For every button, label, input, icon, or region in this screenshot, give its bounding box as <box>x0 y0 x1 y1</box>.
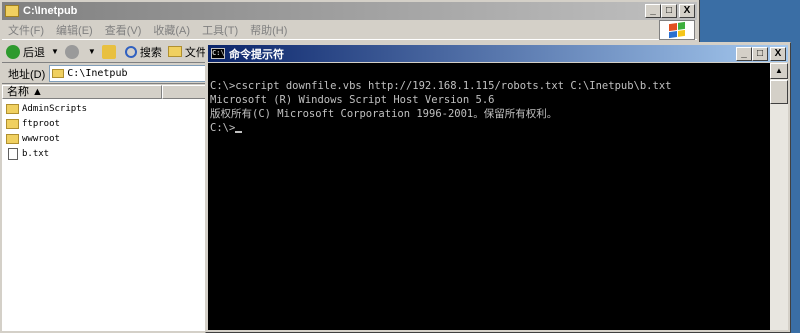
console-prompt-line: C:\> <box>210 121 770 135</box>
explorer-title: C:\Inetpub <box>23 5 78 17</box>
item-name: wwwroot <box>22 133 60 144</box>
forward-dropdown-icon[interactable]: ▼ <box>88 47 96 56</box>
cmd-window-buttons: _ □ X <box>736 47 786 61</box>
back-arrow-icon <box>6 44 20 59</box>
windows-flag-icon <box>669 21 685 39</box>
search-icon <box>124 45 137 58</box>
back-label: 后退 <box>23 46 45 59</box>
list-item[interactable]: AdminScripts <box>6 101 87 116</box>
folder-icon <box>6 103 19 114</box>
column-header-name[interactable]: 名称 ▲ <box>2 85 162 99</box>
forward-button[interactable] <box>64 44 82 59</box>
file-list: 名称 ▲ AdminScripts ftproot wwwroot b.txt <box>2 85 207 331</box>
item-name: b.txt <box>22 148 50 159</box>
folder-icon <box>52 69 65 78</box>
maximize-button[interactable]: □ <box>752 47 768 61</box>
menu-bar: 文件(F) 编辑(E) 查看(V) 收藏(A) 工具(T) 帮助(H) <box>2 21 697 40</box>
forward-arrow-icon <box>64 44 79 59</box>
column-header-size[interactable] <box>162 85 207 99</box>
menu-view[interactable]: 查看(V) <box>99 22 148 38</box>
folders-button[interactable]: 文件 <box>167 44 207 60</box>
item-name: ftproot <box>22 118 60 129</box>
maximize-button[interactable]: □ <box>661 4 677 18</box>
menu-file[interactable]: 文件(F) <box>2 22 50 38</box>
back-dropdown-icon[interactable]: ▼ <box>51 47 59 56</box>
cmd-titlebar[interactable]: C:\ 命令提示符 _ □ X <box>208 45 788 62</box>
text-file-icon <box>8 147 18 160</box>
list-item[interactable]: ftproot <box>6 116 87 131</box>
close-button[interactable]: X <box>770 47 786 61</box>
search-button[interactable]: 搜索 <box>124 44 162 60</box>
folder-icon <box>6 133 19 144</box>
minimize-button[interactable]: _ <box>645 4 661 18</box>
minimize-button[interactable]: _ <box>736 47 752 61</box>
menu-favorites[interactable]: 收藏(A) <box>147 22 196 38</box>
search-label: 搜索 <box>139 46 162 59</box>
file-rows: AdminScripts ftproot wwwroot b.txt <box>6 101 87 161</box>
console-prompt: C:\> <box>210 122 236 134</box>
cmd-title: 命令提示符 <box>229 48 284 61</box>
menu-edit[interactable]: 编辑(E) <box>50 22 99 38</box>
folders-icon <box>167 46 182 57</box>
folder-icon <box>5 5 19 17</box>
folder-icon <box>6 118 19 129</box>
up-folder-button[interactable] <box>101 44 119 59</box>
menu-tools[interactable]: 工具(T) <box>196 22 244 38</box>
console-line: 版权所有(C) Microsoft Corporation 1996-2001。… <box>210 108 558 120</box>
console-output[interactable]: C:\>cscript downfile.vbs http://192.168.… <box>208 63 770 330</box>
folders-label: 文件 <box>184 46 207 59</box>
address-label: 地址(D) <box>8 68 46 81</box>
up-folder-icon <box>101 44 116 59</box>
close-button[interactable]: X <box>679 4 695 18</box>
list-item[interactable]: b.txt <box>6 146 87 161</box>
scroll-thumb[interactable] <box>770 80 788 104</box>
vertical-scrollbar[interactable]: ▲ <box>770 63 788 330</box>
command-prompt-window: C:\ 命令提示符 _ □ X C:\>cscript downfile.vbs… <box>205 42 791 333</box>
cmd-icon: C:\ <box>211 48 225 59</box>
list-item[interactable]: wwwroot <box>6 131 87 146</box>
console-line: Microsoft (R) Windows Script Host Versio… <box>210 94 495 106</box>
menu-help[interactable]: 帮助(H) <box>244 22 293 38</box>
explorer-window-buttons: _ □ X <box>645 4 695 18</box>
text-cursor <box>235 131 243 133</box>
explorer-titlebar[interactable]: C:\Inetpub _ □ X <box>2 2 697 20</box>
windows-logo <box>659 20 695 40</box>
scroll-up-icon[interactable]: ▲ <box>770 63 788 79</box>
console-line: C:\>cscript downfile.vbs http://192.168.… <box>210 80 672 92</box>
item-name: AdminScripts <box>22 103 88 114</box>
address-value: C:\Inetpub <box>67 68 128 79</box>
back-button[interactable]: 后退 <box>6 44 45 60</box>
address-input[interactable]: C:\Inetpub <box>49 65 230 82</box>
